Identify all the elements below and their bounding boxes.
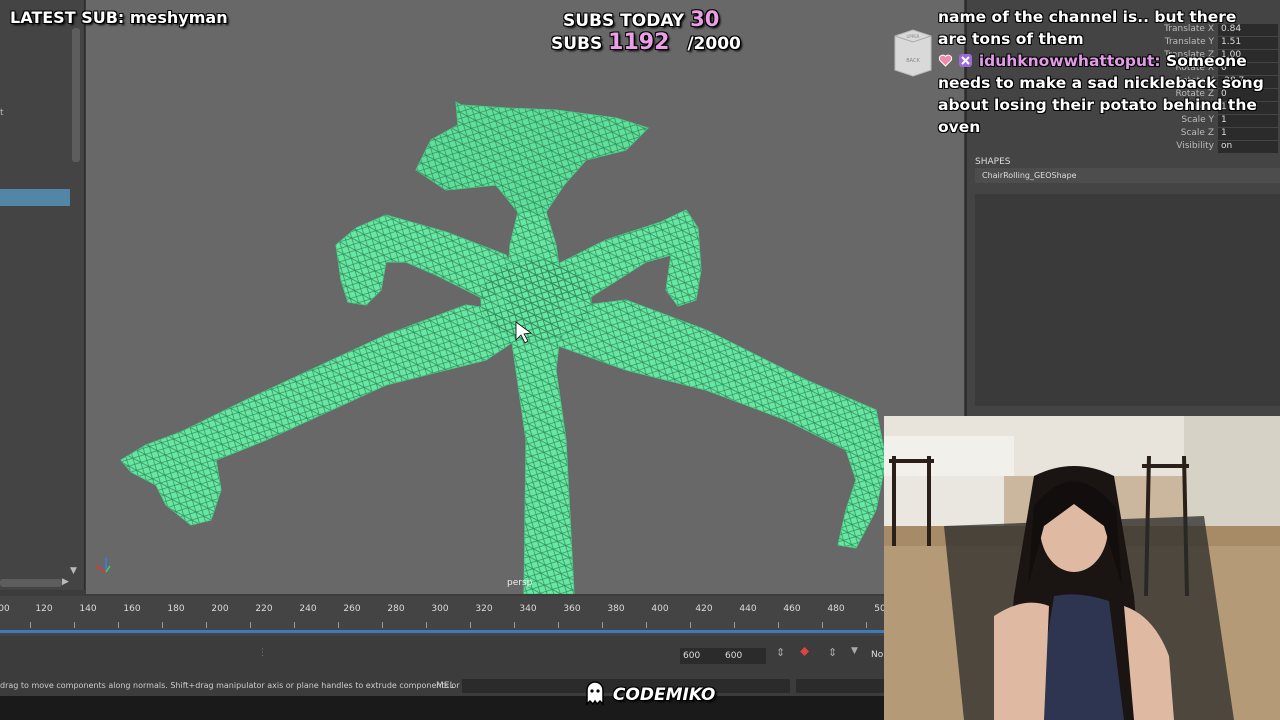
help-line: drag to move components along normals. S… bbox=[0, 676, 884, 696]
timeline-tick bbox=[338, 622, 339, 628]
view-cube[interactable]: UPPER BACK bbox=[893, 28, 933, 78]
latest-sub-label: LATEST SUB: meshyman bbox=[10, 8, 228, 27]
character-set-icon[interactable]: ⇕ bbox=[828, 646, 837, 659]
timeline-tick-label: 320 bbox=[475, 604, 493, 614]
timeline-tick bbox=[426, 622, 427, 628]
outliner-text-fragment: t bbox=[0, 108, 4, 118]
perspective-viewport[interactable]: persp bbox=[86, 0, 964, 594]
subs-goal: /2000 bbox=[687, 34, 741, 54]
timeline-tick bbox=[250, 622, 251, 628]
timeline-tick-label: 120 bbox=[35, 604, 53, 614]
scroll-right-arrow-icon[interactable]: ▶ bbox=[62, 577, 69, 587]
timeline-tick-label: 260 bbox=[343, 604, 361, 614]
heart-badge-icon bbox=[938, 54, 953, 67]
outliner-vertical-scrollbar[interactable] bbox=[72, 28, 80, 162]
timeline-tick bbox=[778, 622, 779, 628]
auto-key-icon[interactable]: ⬥ bbox=[800, 644, 809, 659]
chat-overlay: name of the channel is.. but there are t… bbox=[938, 6, 1268, 138]
chat-message: name of the channel is.. but there are t… bbox=[938, 6, 1268, 50]
timeline-tick-label: 280 bbox=[387, 604, 405, 614]
timeline-tick bbox=[646, 622, 647, 628]
timeline-tick-label: 200 bbox=[211, 604, 229, 614]
axis-gizmo-icon bbox=[95, 558, 111, 573]
camera-label: persp bbox=[507, 578, 533, 588]
timeline-tick bbox=[294, 622, 295, 628]
timeline-tick-label: 420 bbox=[695, 604, 713, 614]
timeline-tick-label: 480 bbox=[827, 604, 845, 614]
help-line-text: drag to move components along normals. S… bbox=[0, 681, 467, 690]
range-end-field[interactable]: 600 bbox=[722, 648, 766, 664]
timeline-tick-label: 240 bbox=[299, 604, 317, 614]
bottom-bar bbox=[0, 696, 884, 720]
time-slider[interactable]: 00 120 140 160 180 200 220 240 260 280 300 320 340 36… bbox=[0, 596, 911, 636]
outliner-panel: t ▶ ▼ bbox=[0, 0, 85, 590]
brand-name: CODEMIKO bbox=[612, 685, 716, 705]
timeline-tick-label: 180 bbox=[167, 604, 185, 614]
shapes-header: SHAPES bbox=[975, 157, 1011, 167]
timeline-tick-label: 440 bbox=[739, 604, 757, 614]
timeline-tick-label: 140 bbox=[79, 604, 97, 614]
current-time-bar bbox=[0, 630, 884, 633]
chat-message-text: name of the channel is.. but there are t… bbox=[938, 8, 1237, 48]
chat-message: iduhknowwhattoput: Someone needs to make… bbox=[938, 50, 1268, 138]
chat-username[interactable]: iduhknowwhattoput: bbox=[979, 52, 1161, 70]
ghost-logo-icon bbox=[586, 681, 604, 706]
timeline-tick bbox=[822, 622, 823, 628]
timeline-tick bbox=[514, 622, 515, 628]
timeline-tick-label: 220 bbox=[255, 604, 273, 614]
webcam-feed bbox=[884, 416, 1280, 720]
timeline-tick-label: 160 bbox=[123, 604, 141, 614]
playback-speed-icon[interactable]: ⇕ bbox=[776, 646, 785, 659]
subs-today-label: SUBS TODAY bbox=[563, 11, 685, 31]
shape-attributes-area bbox=[975, 194, 1280, 406]
timeline-tick-label: 360 bbox=[563, 604, 581, 614]
anim-layer-label[interactable]: No bbox=[871, 650, 883, 660]
timeline-tick-label: 460 bbox=[783, 604, 801, 614]
attr-row[interactable]: Visibility on bbox=[1162, 141, 1280, 154]
command-result-field bbox=[796, 679, 884, 693]
timeline-tick bbox=[206, 622, 207, 628]
timeline-tick bbox=[734, 622, 735, 628]
subs-label: SUBS bbox=[551, 34, 603, 54]
range-start-field[interactable]: 600 bbox=[680, 648, 724, 664]
timeline-tick bbox=[470, 622, 471, 628]
timeline-tick bbox=[30, 622, 31, 628]
outliner-selected-item[interactable] bbox=[0, 189, 70, 206]
timeline-tick bbox=[602, 622, 603, 628]
timeline-tick bbox=[382, 622, 383, 628]
timeline-tick-label: 300 bbox=[431, 604, 449, 614]
brand-logo: CODEMIKO bbox=[583, 680, 715, 706]
outliner-horizontal-scrollbar[interactable] bbox=[0, 579, 62, 587]
scroll-down-arrow-icon[interactable]: ▼ bbox=[70, 566, 77, 576]
timeline-tick bbox=[74, 622, 75, 628]
timeline-tick bbox=[866, 622, 867, 628]
timeline-tick-label: 400 bbox=[651, 604, 669, 614]
timeline-tick-label: 380 bbox=[607, 604, 625, 614]
subscriber-badge-icon bbox=[959, 54, 973, 67]
wireframe-chair-model[interactable] bbox=[86, 0, 964, 594]
subs-counter: SUBS 1192 /2000 bbox=[551, 30, 741, 55]
subs-value: 1192 bbox=[608, 30, 670, 55]
timeline-tick bbox=[690, 622, 691, 628]
timeline-tick-label: 340 bbox=[519, 604, 537, 614]
timeline-tick bbox=[162, 622, 163, 628]
timeline-tick-label: 00 bbox=[0, 604, 10, 614]
dropdown-arrow-icon[interactable]: ▼ bbox=[851, 646, 858, 656]
svg-text:UPPER: UPPER bbox=[906, 34, 919, 39]
timeline-tick bbox=[118, 622, 119, 628]
subs-today-counter: SUBS TODAY 30 bbox=[563, 7, 719, 31]
range-grip-icon[interactable]: ⋮ bbox=[258, 648, 267, 658]
subs-today-value: 30 bbox=[690, 7, 720, 31]
range-slider[interactable]: ⋮ 600 600 ⇕ ⬥ ⇕ ▼ No bbox=[0, 642, 884, 670]
mel-label[interactable]: MEL bbox=[436, 676, 454, 696]
svg-text:BACK: BACK bbox=[906, 58, 920, 64]
shape-item[interactable]: ChairRolling_GEOShape bbox=[975, 168, 1280, 183]
timeline-tick bbox=[558, 622, 559, 628]
